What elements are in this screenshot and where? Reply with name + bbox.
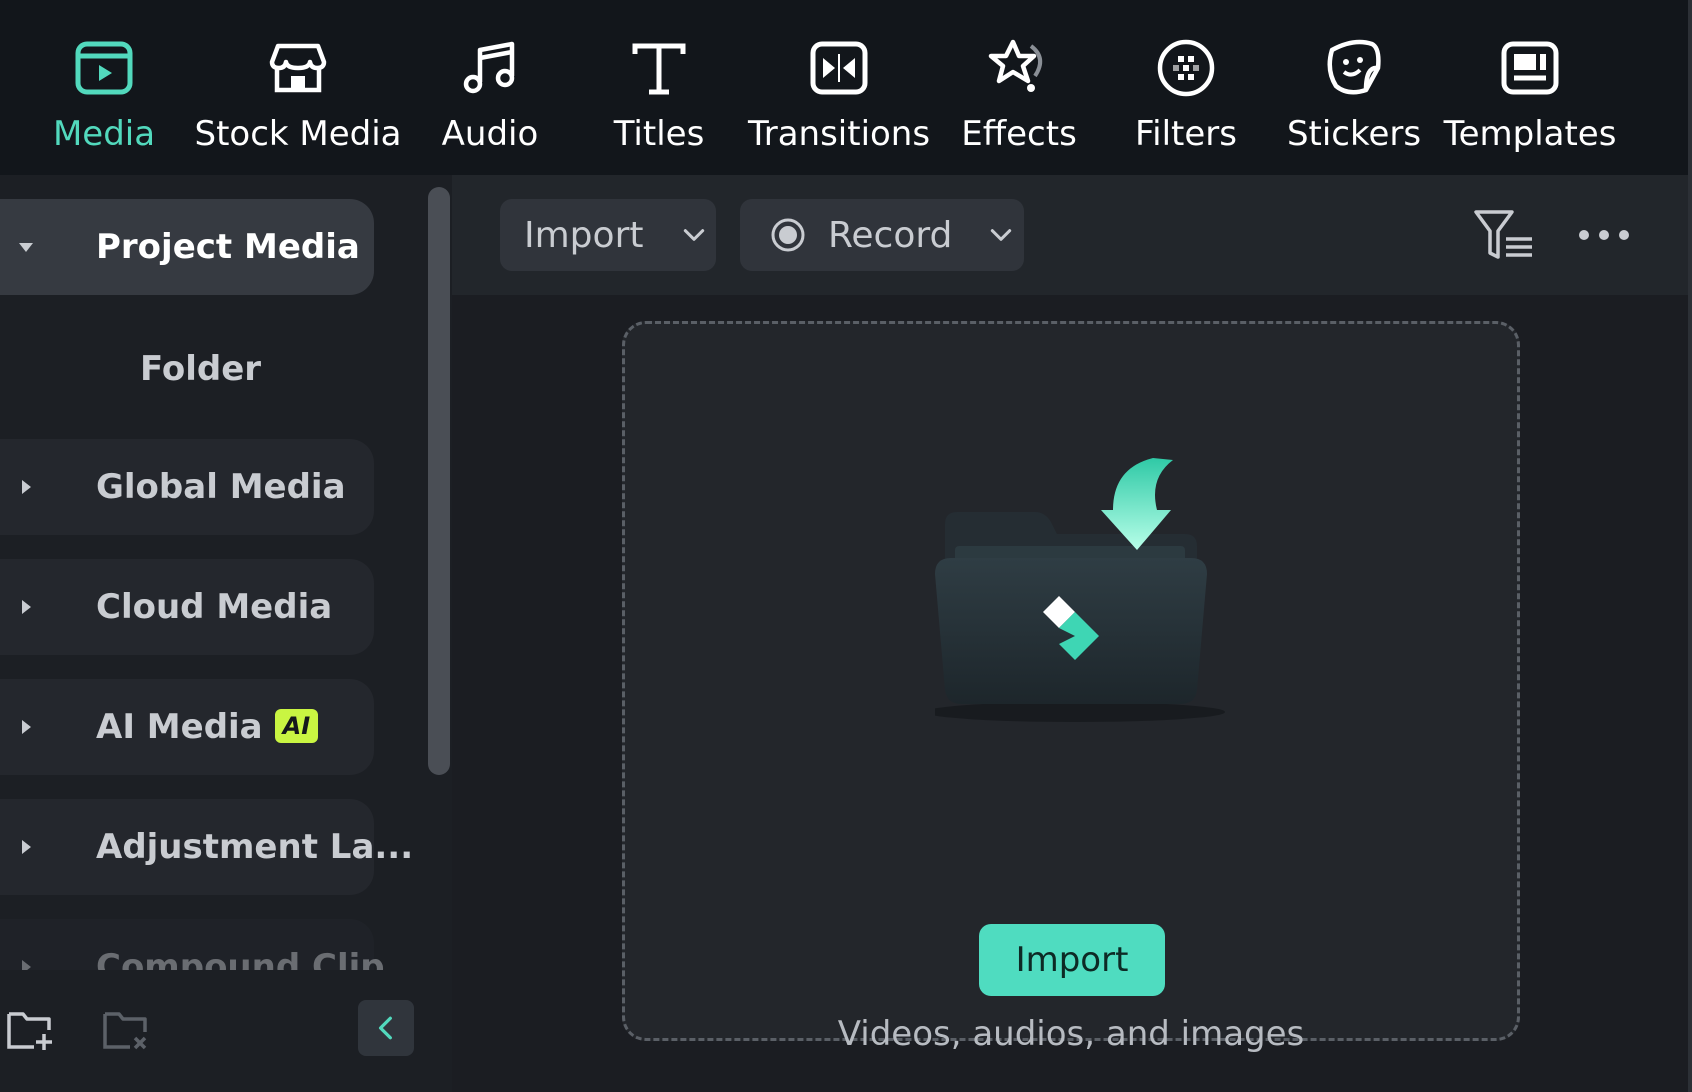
transitions-icon (807, 36, 871, 100)
stock-media-icon (266, 36, 330, 100)
tab-templates[interactable]: Templates (1444, 36, 1616, 158)
ai-badge: AI (274, 708, 319, 743)
record-icon (771, 218, 805, 252)
sidebar-item-label: Cloud Media (96, 587, 333, 627)
sidebar-item-project-media[interactable]: Project Media (0, 199, 374, 295)
caret-right-icon[interactable] (18, 479, 34, 495)
caret-right-icon[interactable] (18, 599, 34, 615)
record-dropdown-label: Record (828, 214, 953, 256)
import-button[interactable]: Import (979, 924, 1165, 996)
tab-label: Templates (1443, 114, 1617, 154)
more-dots-icon[interactable] (1576, 219, 1632, 251)
window-edge (1688, 0, 1692, 1092)
tab-label: Stickers (1286, 114, 1422, 154)
ai-media-label: AI Media (96, 707, 263, 747)
drop-zone-hint: Videos, audios, and images (837, 1014, 1305, 1054)
sidebar-item-compound-clip[interactable]: Compound Clip (0, 919, 385, 970)
filter-list-icon[interactable] (1474, 209, 1534, 261)
filters-icon (1154, 36, 1218, 100)
media-drop-zone[interactable]: Import Videos, audios, and images (622, 321, 1520, 1054)
tab-label: Transitions (747, 114, 931, 154)
text-t-icon (627, 36, 691, 100)
tab-label: Effects (961, 114, 1077, 154)
tab-stock-media[interactable]: Stock Media (194, 36, 402, 158)
sidebar-scrollbar[interactable] (428, 187, 450, 775)
sidebar-item-label: Compound Clip (96, 947, 385, 970)
folder-delete-icon[interactable] (102, 1008, 150, 1052)
tab-transitions[interactable]: Transitions (748, 36, 930, 158)
media-sidebar: Project Media Folder Global Media Cloud … (0, 175, 452, 1092)
tab-stickers[interactable]: Stickers (1287, 36, 1421, 158)
chevron-down-icon (991, 229, 1012, 241)
music-note-icon (458, 36, 522, 100)
sticker-icon (1322, 36, 1386, 100)
chevron-left-icon (378, 1016, 392, 1040)
caret-down-icon[interactable] (18, 239, 34, 255)
tab-label: Audio (441, 114, 539, 154)
tab-label: Media (52, 114, 156, 154)
caret-right-icon[interactable] (18, 959, 34, 970)
sidebar-footer (0, 970, 452, 1092)
sidebar-item-label: Adjustment La... (96, 827, 414, 867)
sidebar-item-global-media[interactable]: Global Media (0, 439, 374, 535)
sidebar-list: Project Media Folder Global Media Cloud … (0, 175, 420, 970)
media-icon (72, 36, 136, 100)
import-dropdown-label: Import (524, 214, 644, 256)
chevron-down-icon (684, 229, 705, 241)
sidebar-item-label: Global Media (96, 467, 346, 507)
sidebar-item-cloud-media[interactable]: Cloud Media (0, 559, 374, 655)
media-toolbar: Import Record (452, 175, 1688, 295)
tab-effects[interactable]: Effects (961, 36, 1077, 158)
record-dropdown[interactable]: Record (740, 199, 1024, 271)
sidebar-item-folder[interactable]: Folder (140, 349, 261, 389)
tab-titles[interactable]: Titles (612, 36, 706, 158)
caret-right-icon[interactable] (18, 719, 34, 735)
tab-label: Stock Media (194, 114, 402, 154)
collapse-sidebar-button[interactable] (358, 1000, 414, 1056)
caret-right-icon[interactable] (18, 839, 34, 855)
import-dropdown[interactable]: Import (500, 199, 716, 271)
sidebar-item-ai-media[interactable]: AI Media AI (0, 679, 374, 775)
sidebar-item-adjustment-layer[interactable]: Adjustment La... (0, 799, 413, 895)
tab-media[interactable]: Media (45, 36, 163, 158)
folder-add-icon[interactable] (6, 1008, 54, 1052)
tab-label: Filters (1135, 114, 1237, 154)
tab-audio[interactable]: Audio (440, 36, 540, 158)
import-folder-illustration (935, 458, 1225, 722)
effects-star-icon (987, 36, 1051, 100)
top-toolbar: Media Stock Media Audio Titles Transitio (0, 0, 1688, 175)
tab-label: Titles (613, 114, 705, 154)
sidebar-item-label: Project Media (96, 227, 360, 267)
templates-icon (1498, 36, 1562, 100)
tab-filters[interactable]: Filters (1135, 36, 1237, 158)
media-main-panel: Import Record Import Videos, audios, and… (452, 175, 1688, 1092)
media-app-window: Media Stock Media Audio Titles Transitio (0, 0, 1692, 1092)
sidebar-item-label: AI Media AI (96, 707, 319, 747)
